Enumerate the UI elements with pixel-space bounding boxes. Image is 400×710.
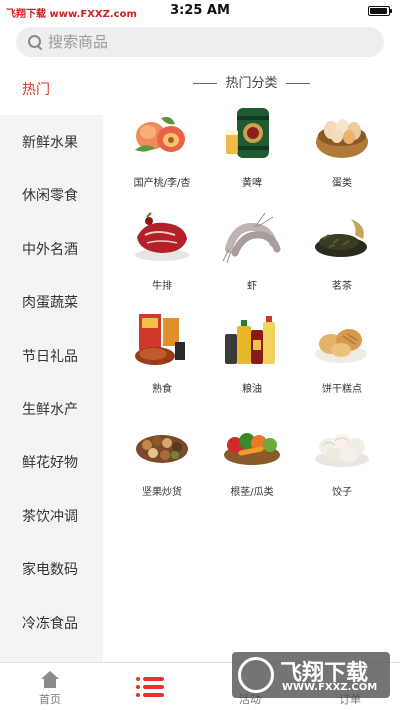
sidebar-item-snacks[interactable]: 休闲零食 [0, 169, 103, 222]
sidebar-item-electronics[interactable]: 家电数码 [0, 543, 103, 596]
sidebar-item-fresh-fruit[interactable]: 新鲜水果 [0, 115, 103, 168]
tab-category[interactable] [100, 663, 200, 710]
sidebar-item-liquor[interactable]: 中外名酒 [0, 222, 103, 275]
search-icon [28, 35, 42, 49]
sidebar-item-holiday-gifts[interactable]: 节日礼品 [0, 329, 103, 382]
steak-icon [135, 212, 189, 261]
watermark-icon [238, 657, 274, 693]
sidebar-item-label: 冷冻食品 [22, 615, 78, 632]
category-label: 国产桃/李/杏 [133, 178, 191, 189]
category-item[interactable]: 根茎/瓜类 [207, 415, 297, 518]
category-item[interactable]: 黄啤 [207, 106, 297, 209]
category-label: 粮油 [242, 384, 262, 395]
category-label: 虾 [247, 281, 257, 292]
search-input[interactable] [48, 33, 348, 51]
vegetables-icon [224, 433, 280, 465]
category-item[interactable]: 蛋类 [297, 106, 387, 209]
category-item[interactable]: 虾 [207, 209, 297, 312]
category-item[interactable]: 坚果炒货 [117, 415, 207, 518]
tea-leaves-icon [315, 219, 367, 257]
nuts-icon [136, 435, 188, 463]
category-label: 根茎/瓜类 [230, 487, 274, 498]
category-content: 热门分类 国产桃/李/杏 黄啤 蛋类 牛排 虾 茗茶 熟食 粮油 饼干糕点 坚果… [103, 62, 400, 662]
category-label: 饼干糕点 [322, 384, 362, 395]
section-title-text: 热门分类 [225, 76, 278, 91]
sidebar-item-label: 生鲜水产 [22, 402, 78, 419]
category-item[interactable]: 国产桃/李/杏 [117, 106, 207, 209]
sidebar-item-label: 茶饮冲调 [22, 508, 78, 525]
category-item[interactable]: 牛排 [117, 209, 207, 312]
category-sidebar: 热门 新鲜水果 休闲零食 中外名酒 肉蛋蔬菜 节日礼品 生鲜水产 鲜花好物 茶饮… [0, 62, 103, 662]
sidebar-item-frozen-food[interactable]: 冷冻食品 [0, 596, 103, 649]
search-bar [0, 22, 400, 62]
pastry-icon [315, 329, 367, 363]
category-label: 饺子 [332, 487, 352, 498]
category-item[interactable]: 饼干糕点 [297, 312, 387, 415]
category-item[interactable]: 饺子 [297, 415, 387, 518]
watermark-logo: 飞翔下载 WWW.FXXZ.COM [232, 652, 390, 698]
sidebar-item-label: 鲜花好物 [22, 455, 78, 472]
sidebar-item-seafood[interactable]: 生鲜水产 [0, 382, 103, 435]
sidebar-item-label: 节日礼品 [22, 348, 78, 365]
sidebar-item-tea-drinks[interactable]: 茶饮冲调 [0, 489, 103, 542]
category-grid: 国产桃/李/杏 黄啤 蛋类 牛排 虾 茗茶 熟食 粮油 饼干糕点 坚果炒货 根茎… [117, 106, 387, 518]
sidebar-item-flowers[interactable]: 鲜花好物 [0, 436, 103, 489]
category-item[interactable]: 熟食 [117, 312, 207, 415]
peach-icon [135, 116, 185, 152]
sidebar-item-label: 中外名酒 [22, 241, 78, 258]
home-icon [40, 671, 60, 689]
sidebar-item-label: 休闲零食 [22, 188, 78, 205]
category-label: 熟食 [152, 384, 172, 395]
sidebar-item-label: 肉蛋蔬菜 [22, 295, 78, 312]
category-list-icon [136, 675, 164, 699]
dumplings-icon [315, 434, 369, 467]
search-box[interactable] [16, 27, 384, 57]
sidebar-item-label: 家电数码 [22, 562, 78, 579]
section-title: 热门分类 [103, 72, 400, 91]
oil-bottles-icon [225, 316, 275, 364]
category-label: 蛋类 [332, 178, 352, 189]
shrimp-icon [222, 212, 281, 264]
roast-duck-icon [135, 314, 185, 365]
eggs-basket-icon [316, 119, 368, 158]
sidebar-item-meat-eggs-veg[interactable]: 肉蛋蔬菜 [0, 276, 103, 329]
divider [193, 83, 218, 84]
sidebar-item-hot[interactable]: 热门 [0, 62, 103, 116]
category-item[interactable]: 粮油 [207, 312, 297, 415]
tab-home[interactable]: 首页 [0, 663, 100, 710]
category-item[interactable]: 茗茶 [297, 209, 387, 312]
sidebar-item-label: 新鲜水果 [22, 135, 78, 152]
status-bar: 飞翔下载 www.FXXZ.com 3:25 AM [0, 0, 400, 22]
category-label: 牛排 [152, 281, 172, 292]
sidebar-item-label: 热门 [22, 81, 50, 98]
status-time: 3:25 AM [170, 3, 230, 18]
divider [285, 83, 310, 84]
category-label: 黄啤 [242, 178, 262, 189]
battery-icon [368, 6, 392, 16]
tab-label: 首页 [39, 693, 61, 706]
category-label: 茗茶 [332, 281, 352, 292]
beer-keg-icon [226, 108, 269, 158]
watermark-url: WWW.FXXZ.COM [282, 682, 378, 693]
category-label: 坚果炒货 [142, 487, 182, 498]
